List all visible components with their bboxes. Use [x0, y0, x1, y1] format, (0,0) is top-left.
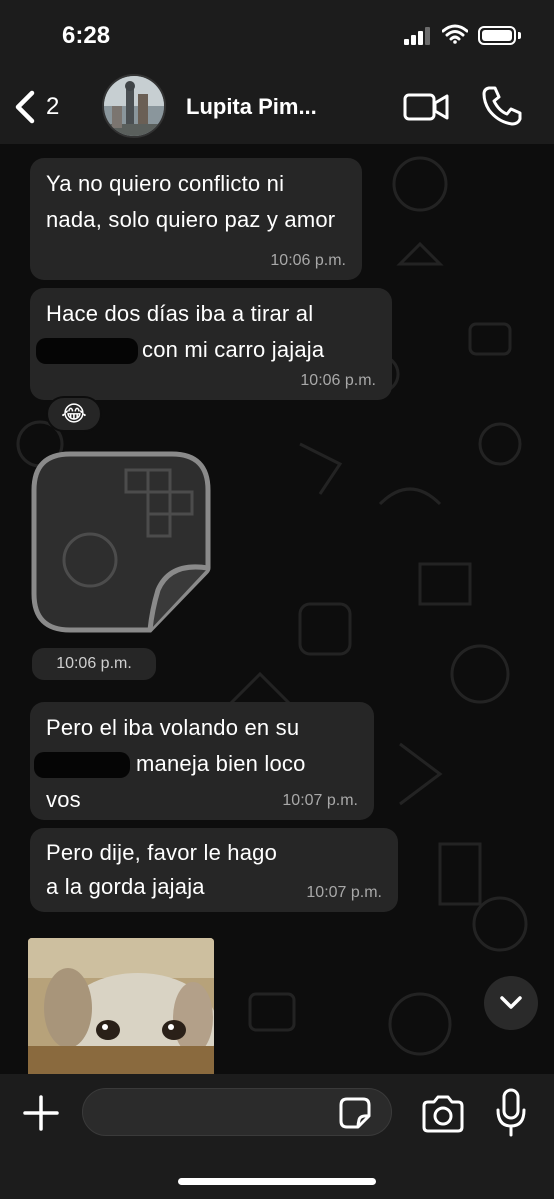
- status-time: 6:28: [62, 22, 111, 49]
- message-line: con mi carro jajaja: [142, 337, 325, 362]
- camera-icon[interactable]: [420, 1094, 466, 1134]
- message-bubble[interactable]: Hace dos días iba a tirar al con mi carr…: [30, 288, 392, 400]
- sticker-placeholder[interactable]: [30, 450, 212, 634]
- redaction-mark: [34, 752, 130, 779]
- message-text: Pero dije, favor le hago a la gorda jaja…: [46, 840, 278, 899]
- photo-message[interactable]: [28, 938, 214, 1074]
- video-camera-icon[interactable]: [402, 90, 450, 124]
- sticker-icon[interactable]: [338, 1096, 372, 1130]
- reaction-badge[interactable]: 😂: [46, 396, 102, 432]
- chat-header: 2 Lupita Pim...: [0, 70, 554, 144]
- scroll-down-button[interactable]: [484, 976, 538, 1030]
- message-timestamp: 10:06 p.m.: [32, 648, 156, 680]
- message-text: Ya no quiero conflicto ni nada, solo qui…: [46, 171, 336, 232]
- chat-area[interactable]: Ya no quiero conflicto ni nada, solo qui…: [0, 144, 554, 1074]
- microphone-icon[interactable]: [494, 1088, 528, 1138]
- unread-count: 2: [46, 93, 60, 120]
- message-timestamp: 10:06 p.m.: [270, 252, 346, 269]
- message-timestamp: 10:07 p.m.: [306, 884, 382, 901]
- battery-cap: [518, 32, 521, 39]
- battery-icon: [478, 26, 516, 45]
- message-bubble[interactable]: Ya no quiero conflicto ni nada, solo qui…: [30, 158, 362, 280]
- contact-name[interactable]: Lupita Pim...: [186, 94, 317, 120]
- message-bubble[interactable]: Pero dije, favor le hago a la gorda jaja…: [30, 828, 398, 912]
- message-text: Hace dos días iba a tirar al con mi carr…: [36, 296, 378, 368]
- message-bubble[interactable]: Pero el iba volando en su maneja bien lo…: [30, 702, 374, 820]
- dog-photo: [28, 938, 214, 1074]
- chevron-left-icon: [15, 90, 35, 124]
- plus-icon[interactable]: [22, 1094, 60, 1132]
- avatar[interactable]: [102, 74, 166, 138]
- message-line-redacted: con mi carro jajaja: [36, 332, 378, 368]
- redaction-mark: [36, 338, 138, 365]
- home-indicator: [178, 1178, 376, 1185]
- message-line: Hace dos días iba a tirar al: [46, 301, 314, 326]
- status-bar: 6:28: [0, 0, 554, 70]
- message-timestamp: 10:06 p.m.: [300, 372, 376, 389]
- message-line-redacted: maneja bien loco: [34, 746, 360, 782]
- message-timestamp: 10:07 p.m.: [282, 792, 358, 809]
- back-button[interactable]: 2: [12, 82, 82, 132]
- input-bar: [0, 1074, 554, 1199]
- phone-icon[interactable]: [480, 84, 524, 128]
- wifi-icon: [442, 24, 468, 44]
- avatar-photo: [104, 76, 164, 136]
- chevron-down-icon: [500, 996, 522, 1009]
- message-line: maneja bien loco: [136, 751, 306, 776]
- message-line: Pero el iba volando en su: [46, 715, 300, 740]
- cellular-signal-icon: [404, 27, 432, 45]
